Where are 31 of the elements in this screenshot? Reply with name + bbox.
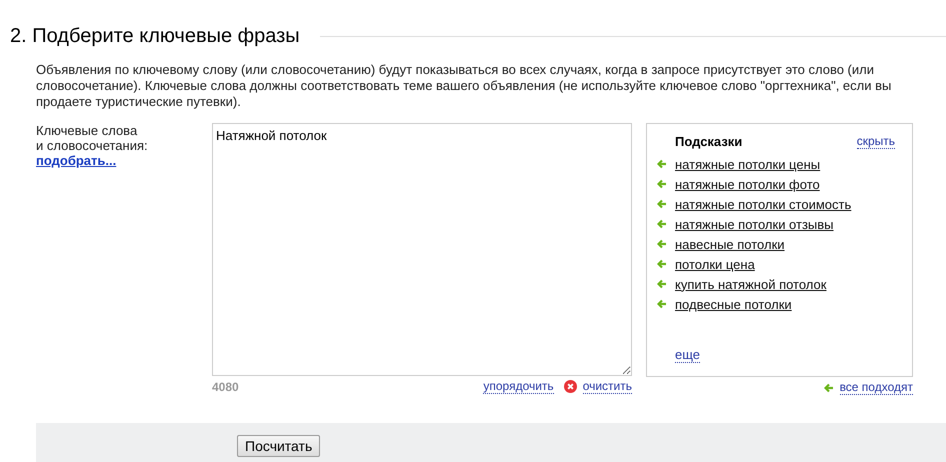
arrow-left-icon	[657, 159, 667, 169]
arrow-left-icon	[657, 259, 667, 269]
hints-title: Подсказки	[675, 134, 742, 149]
hint-link[interactable]: потолки цена	[675, 256, 755, 272]
hint-link[interactable]: натяжные потолки отзывы	[675, 216, 834, 232]
clear-icon[interactable]	[564, 380, 577, 393]
arrow-left-icon	[657, 239, 667, 249]
hint-link[interactable]: натяжные потолки стоимость	[675, 196, 852, 212]
hint-link[interactable]: натяжные потолки цены	[675, 156, 820, 172]
more-link[interactable]: еще	[675, 347, 700, 363]
keywords-field[interactable]: Натяжной потолок	[212, 123, 632, 376]
calculate-button[interactable]: Посчитать	[237, 434, 320, 456]
arrow-left-icon	[657, 199, 667, 209]
all-match-link[interactable]: все подходят	[840, 380, 913, 395]
arrow-left-icon	[657, 219, 667, 229]
hint-link[interactable]: навесные потолки	[675, 236, 785, 252]
arrow-left-icon	[657, 179, 667, 189]
description-text: Объявления по ключевому слову (или словосочетанию) будут показываться во всех случаях, когда в запросе присутствует это слово (или словосочетание). Ключевые слова должны соответствовать теме вашего объявления (не используйте ключевое слово "оргтехника", если вы продаете туристические путевки).	[36, 62, 892, 110]
arrow-left-icon	[824, 382, 834, 392]
field-label: Ключевые слова и словосочетания:	[36, 123, 149, 153]
clear-link[interactable]: очистить	[582, 379, 632, 394]
character-counter: 4080	[212, 380, 239, 394]
hint-link[interactable]: подвесные потолки	[675, 296, 792, 312]
section-title: 2. Подберите ключевые фразы	[10, 25, 300, 48]
pick-link[interactable]: подобрать...	[36, 153, 116, 168]
hint-link[interactable]: купить натяжной потолок	[675, 276, 826, 292]
hide-link[interactable]: скрыть	[856, 134, 895, 149]
arrow-left-icon	[657, 299, 667, 309]
sort-link[interactable]: упорядочить	[483, 379, 554, 394]
hint-link[interactable]: натяжные потолки фото	[675, 176, 820, 192]
arrow-left-icon	[657, 279, 667, 289]
